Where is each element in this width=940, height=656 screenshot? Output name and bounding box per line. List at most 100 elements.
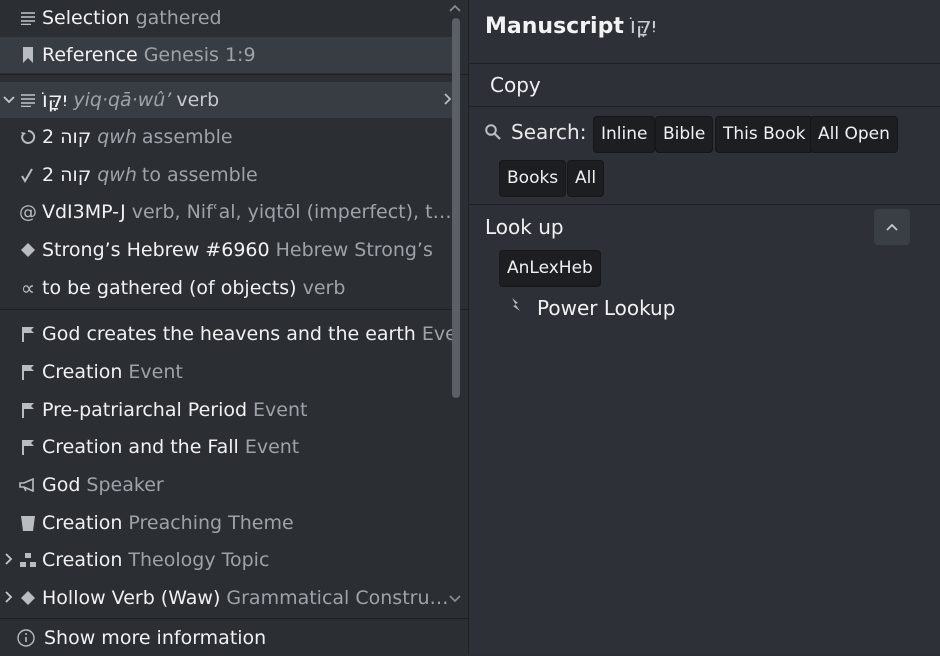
- row-sub: verb, Nifʿal, yiqtōl (imperfect), thir…: [131, 201, 456, 223]
- copy-button[interactable]: Copy: [490, 73, 541, 97]
- row-preaching-theme[interactable]: Creation Preaching Theme: [0, 505, 456, 541]
- row-event[interactable]: God creates the heavens and the earth Ev…: [0, 316, 456, 352]
- row-selection[interactable]: Selection gathered: [0, 0, 456, 36]
- scroll-down-icon[interactable]: [449, 593, 461, 606]
- row-label: Hollow Verb (Waw): [42, 587, 221, 609]
- row-root-definition[interactable]: 2 קוה qwh to assemble: [0, 157, 456, 193]
- power-lookup-label: Power Lookup: [537, 296, 676, 320]
- flag-icon: [16, 402, 40, 418]
- lookup-anlexheb-button[interactable]: AnLexHeb: [499, 250, 601, 287]
- row-label: Creation: [42, 361, 123, 383]
- divider: [0, 74, 468, 75]
- chevron-right-icon[interactable]: [2, 552, 16, 568]
- row-sense[interactable]: ∝ to be gathered (of objects) verb: [0, 270, 456, 306]
- search-bible-button[interactable]: Bible: [655, 116, 714, 153]
- row-label: Reference: [42, 44, 138, 66]
- chevron-down-icon[interactable]: [2, 93, 16, 107]
- pulpit-icon: [16, 515, 40, 531]
- context-panel: Manuscript יִקָּוֹ Copy Search: Inline Bi…: [468, 0, 940, 655]
- row-label: Pre-patriarchal Period: [42, 399, 248, 421]
- row-event[interactable]: Creation and the Fall Event: [0, 429, 456, 465]
- list-icon: [16, 93, 40, 107]
- row-sub-italic: qwh: [97, 164, 137, 186]
- flag-icon: [16, 326, 40, 342]
- row-sub: Event: [244, 436, 300, 458]
- search-icon: [485, 124, 501, 140]
- at-icon: @: [19, 201, 37, 223]
- row-sub: to assemble: [141, 164, 258, 186]
- row-label: Creation: [42, 549, 123, 571]
- row-sub-italic: qwh: [97, 126, 137, 148]
- collapse-button[interactable]: [874, 209, 910, 245]
- title-text: Manuscript: [485, 14, 624, 39]
- row-strongs[interactable]: Strong’s Hebrew #6960 Hebrew Strong’s: [0, 232, 456, 268]
- flag-icon: [16, 439, 40, 455]
- row-event[interactable]: Creation Event: [0, 354, 456, 390]
- row-sub: Event: [253, 399, 308, 421]
- row-label: Strong’s Hebrew #6960: [42, 239, 270, 261]
- title-hebrew: יִקָּוֹ: [629, 14, 657, 39]
- bookmark-icon: [16, 47, 40, 63]
- root-icon: [16, 167, 40, 183]
- search-label: Search:: [485, 120, 586, 144]
- row-sub: gathered: [135, 7, 222, 29]
- row-grammatical-construction[interactable]: Hollow Verb (Waw) Grammatical Constructi…: [0, 580, 456, 616]
- power-lookup-button[interactable]: Power Lookup: [509, 296, 675, 320]
- row-sub: verb: [302, 277, 346, 299]
- panel-title: Manuscript יִקָּוֹ: [485, 14, 656, 39]
- row-label: VdI3MP-J: [42, 201, 126, 223]
- chevron-right-icon[interactable]: [444, 90, 452, 109]
- row-label: 2 קוה: [42, 126, 92, 148]
- row-event[interactable]: Pre-patriarchal Period Event: [0, 392, 456, 428]
- alpha-icon: ∝: [20, 276, 36, 300]
- flag-icon: [16, 364, 40, 380]
- row-morphology[interactable]: @ VdI3MP-J verb, Nifʿal, yiqtōl (imperfe…: [0, 194, 456, 230]
- footer-label: Show more information: [44, 626, 267, 649]
- row-label: יִקָּוֹ: [42, 88, 68, 112]
- row-sub: assemble: [141, 126, 233, 148]
- row-sub: Genesis 1:9: [143, 44, 256, 66]
- row-sub: Event: [128, 361, 183, 383]
- scrollbar-thumb[interactable]: [452, 18, 460, 398]
- show-more-info-button[interactable]: Show more information: [0, 618, 468, 656]
- divider: [0, 309, 468, 310]
- row-sub: Preaching Theme: [128, 512, 294, 534]
- row-sub: Event: [421, 323, 456, 345]
- lookup-label: Look up: [485, 215, 564, 239]
- chevron-right-icon[interactable]: [2, 590, 16, 606]
- scroll-up-icon[interactable]: [449, 2, 461, 15]
- search-all-button[interactable]: All: [567, 160, 605, 197]
- row-speaker[interactable]: God Speaker: [0, 467, 456, 503]
- diamond-icon: [16, 591, 40, 605]
- row-reference[interactable]: Reference Genesis 1:9: [0, 37, 456, 73]
- search-this-book-button[interactable]: This Book: [715, 116, 814, 153]
- info-icon: [14, 628, 38, 647]
- info-panel: Selection gathered Reference Genesis 1:9…: [0, 0, 468, 655]
- row-label: God: [42, 474, 81, 496]
- row-theology-topic[interactable]: Creation Theology Topic: [0, 542, 456, 578]
- search-label-text: Search:: [511, 120, 587, 144]
- megaphone-icon: [16, 478, 40, 492]
- divider: [469, 204, 940, 205]
- list-icon: [16, 11, 40, 25]
- search-books-button[interactable]: Books: [499, 160, 567, 197]
- row-sub: Grammatical Constructi…: [226, 587, 456, 609]
- row-label: God creates the heavens and the earth: [42, 323, 416, 345]
- row-label: 2 קוה: [42, 164, 92, 186]
- row-label: Selection: [42, 7, 130, 29]
- row-label: Creation: [42, 512, 123, 534]
- search-all-open-button[interactable]: All Open: [810, 116, 898, 153]
- diamond-icon: [16, 243, 40, 257]
- row-label: to be gathered (of objects): [42, 277, 297, 299]
- row-sub: Hebrew Strong’s: [275, 239, 433, 261]
- row-sub: Theology Topic: [128, 549, 270, 571]
- row-sub: verb: [176, 89, 220, 111]
- row-lemma[interactable]: יִקָּוֹ yiq·qā·wû’ verb: [0, 82, 456, 118]
- divider: [469, 106, 940, 107]
- divider: [469, 63, 940, 64]
- cycle-icon: [16, 129, 40, 145]
- row-label: Creation and the Fall: [42, 436, 239, 458]
- search-inline-button[interactable]: Inline: [593, 116, 656, 153]
- lightning-icon: [509, 298, 537, 318]
- row-root[interactable]: 2 קוה qwh assemble: [0, 119, 456, 155]
